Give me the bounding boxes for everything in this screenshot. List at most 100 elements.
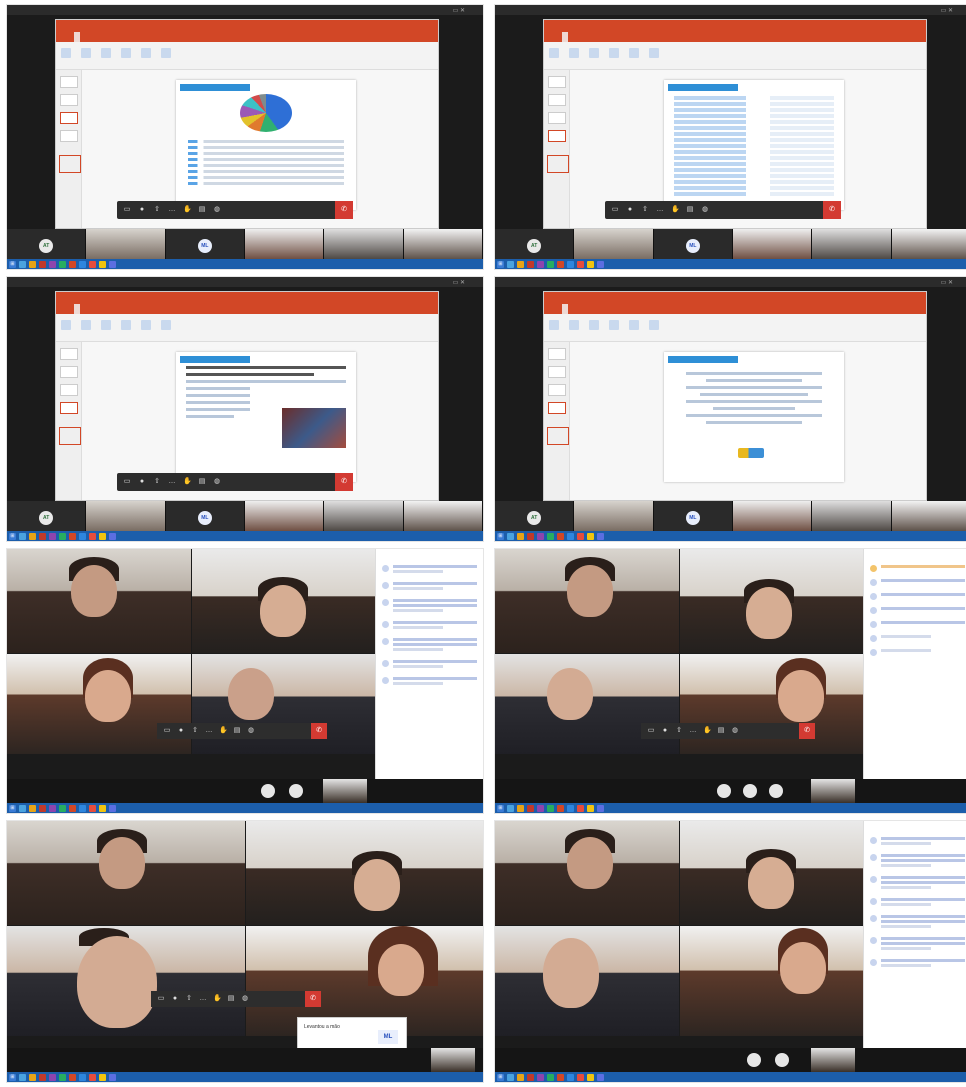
people-icon[interactable]: ◍ xyxy=(731,727,739,735)
teams-icon[interactable] xyxy=(109,804,116,812)
ribbon-button[interactable] xyxy=(569,320,579,330)
slide-thumbnail[interactable] xyxy=(60,366,78,378)
window-controls-icon[interactable]: ▭ ✕ xyxy=(453,7,465,14)
ribbon-button[interactable] xyxy=(569,48,579,58)
more-icon[interactable]: … xyxy=(199,995,207,1003)
participant-tile[interactable] xyxy=(812,229,891,263)
app-icon[interactable] xyxy=(19,260,26,268)
participant-tile[interactable]: AT xyxy=(7,501,86,535)
participant-tile[interactable] xyxy=(574,229,653,263)
chrome-icon[interactable] xyxy=(587,804,594,812)
chrome-icon[interactable] xyxy=(587,1073,594,1081)
video-icon[interactable]: ▭ xyxy=(123,478,131,486)
app-icon[interactable] xyxy=(547,260,554,268)
teams-icon[interactable] xyxy=(109,1073,116,1081)
participant-tile[interactable]: ML xyxy=(653,501,732,535)
hand-icon[interactable]: ✋ xyxy=(671,206,680,214)
hand-icon[interactable]: ✋ xyxy=(703,727,712,735)
ribbon-button[interactable] xyxy=(629,320,639,330)
slide-thumbnail[interactable] xyxy=(548,76,566,88)
video-icon[interactable]: ▭ xyxy=(123,206,131,214)
participant-row[interactable] xyxy=(870,635,965,642)
slide-thumbnail[interactable] xyxy=(60,76,78,88)
app-icon[interactable] xyxy=(49,260,56,268)
participant-tile[interactable] xyxy=(324,501,403,535)
video-tile[interactable] xyxy=(495,549,679,653)
people-icon[interactable]: ◍ xyxy=(247,727,255,735)
app-icon[interactable] xyxy=(39,260,46,268)
app-icon[interactable] xyxy=(19,804,26,812)
chrome-icon[interactable] xyxy=(99,532,106,540)
folder-icon[interactable] xyxy=(29,260,36,268)
people-icon[interactable]: ◍ xyxy=(241,995,249,1003)
mic-icon[interactable]: ● xyxy=(177,727,185,735)
people-icon[interactable]: ◍ xyxy=(701,206,709,214)
ribbon-button[interactable] xyxy=(589,48,599,58)
more-icon[interactable]: … xyxy=(168,206,176,214)
start-icon[interactable]: ⊞ xyxy=(497,532,504,540)
app-icon[interactable] xyxy=(567,532,574,540)
folder-icon[interactable] xyxy=(517,532,524,540)
avatar[interactable] xyxy=(769,784,783,798)
powerpoint-icon[interactable] xyxy=(69,260,76,268)
participant-tile[interactable] xyxy=(244,501,324,535)
video-tile[interactable] xyxy=(495,654,679,754)
people-icon[interactable]: ◍ xyxy=(213,478,221,486)
video-tile[interactable] xyxy=(7,821,245,925)
powerpoint-icon[interactable] xyxy=(557,1073,564,1081)
participant-tile[interactable]: ML xyxy=(165,229,244,263)
participant-tile[interactable]: ML xyxy=(165,501,244,535)
video-tile[interactable] xyxy=(7,549,191,653)
video-icon[interactable]: ▭ xyxy=(611,206,619,214)
chat-icon[interactable]: ▤ xyxy=(198,478,206,486)
slide-thumbnail-selected[interactable] xyxy=(60,402,78,414)
ribbon-button[interactable] xyxy=(609,320,619,330)
self-video[interactable] xyxy=(323,779,367,803)
share-icon[interactable]: ⇧ xyxy=(191,727,199,735)
window-controls-icon[interactable]: ▭ ✕ xyxy=(941,279,953,286)
slide-thumbnail[interactable] xyxy=(548,94,566,106)
ribbon-button[interactable] xyxy=(141,48,151,58)
powerpoint-icon[interactable] xyxy=(69,532,76,540)
slide-thumbnail-selected[interactable] xyxy=(548,130,566,142)
mic-icon[interactable]: ● xyxy=(661,727,669,735)
avatar[interactable] xyxy=(775,1053,789,1067)
start-icon[interactable]: ⊞ xyxy=(497,260,504,268)
share-icon[interactable]: ⇧ xyxy=(185,995,193,1003)
avatar[interactable] xyxy=(261,784,275,798)
ribbon-button[interactable] xyxy=(81,320,91,330)
app-icon[interactable] xyxy=(527,260,534,268)
app-icon[interactable] xyxy=(59,804,66,812)
mic-icon[interactable]: ● xyxy=(138,206,146,214)
app-icon[interactable] xyxy=(577,804,584,812)
participant-row[interactable] xyxy=(870,593,965,600)
app-icon[interactable] xyxy=(39,1073,46,1081)
self-video[interactable] xyxy=(811,779,855,803)
slide-thumbnail[interactable] xyxy=(548,112,566,124)
start-icon[interactable]: ⊞ xyxy=(9,260,16,268)
mic-icon[interactable]: ● xyxy=(626,206,634,214)
ribbon-tab-active[interactable] xyxy=(74,32,80,42)
chat-icon[interactable]: ▤ xyxy=(233,727,241,735)
teams-icon[interactable] xyxy=(597,804,604,812)
folder-icon[interactable] xyxy=(29,532,36,540)
folder-icon[interactable] xyxy=(29,804,36,812)
slide-thumbnail[interactable] xyxy=(548,384,566,396)
share-icon[interactable]: ⇧ xyxy=(153,478,161,486)
chat-icon[interactable]: ▤ xyxy=(227,995,235,1003)
video-icon[interactable]: ▭ xyxy=(647,727,655,735)
app-icon[interactable] xyxy=(49,532,56,540)
hand-icon[interactable]: ✋ xyxy=(183,478,192,486)
chrome-icon[interactable] xyxy=(587,532,594,540)
app-icon[interactable] xyxy=(547,804,554,812)
app-icon[interactable] xyxy=(49,1073,56,1081)
app-icon[interactable] xyxy=(547,1073,554,1081)
app-icon[interactable] xyxy=(527,804,534,812)
video-tile[interactable] xyxy=(246,821,483,925)
app-icon[interactable] xyxy=(537,260,544,268)
app-icon[interactable] xyxy=(59,260,66,268)
app-icon[interactable] xyxy=(49,804,56,812)
powerpoint-icon[interactable] xyxy=(69,804,76,812)
ribbon-button[interactable] xyxy=(549,320,559,330)
app-icon[interactable] xyxy=(507,532,514,540)
